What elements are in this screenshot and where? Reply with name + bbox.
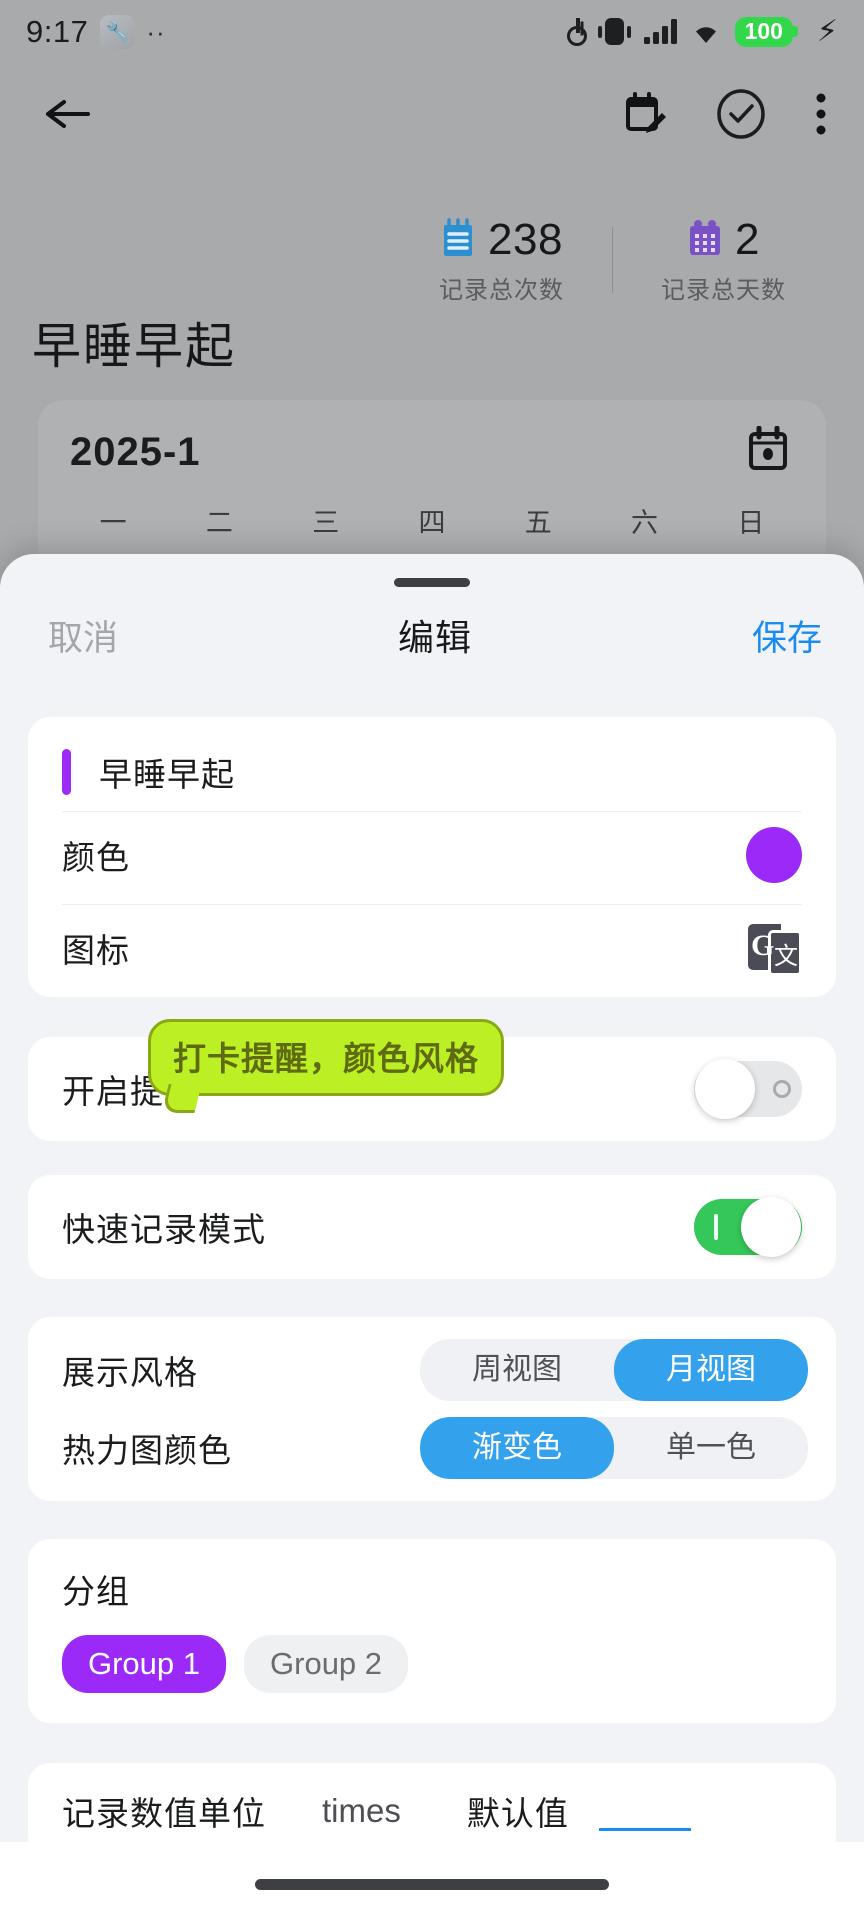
google-translate-icon[interactable]: G文 xyxy=(746,920,802,976)
stat-label: 记录总天数 xyxy=(661,277,786,304)
stat-total-records: 238 记录总次数 xyxy=(391,215,612,305)
heatmap-color-row: 热力图颜色 渐变色 单一色 xyxy=(28,1409,836,1487)
color-row[interactable]: 颜色 xyxy=(28,812,836,898)
stat-label: 记录总次数 xyxy=(439,277,564,304)
segment-gradient[interactable]: 渐变色 xyxy=(420,1417,614,1479)
app-nav-actions xyxy=(622,88,828,140)
sheet-header: 取消 编辑 保存 xyxy=(0,587,864,661)
stat-value: 2 xyxy=(735,215,760,264)
calendar-icon xyxy=(687,218,723,263)
group-chip-2[interactable]: Group 2 xyxy=(244,1635,409,1693)
calendar-edit-icon[interactable] xyxy=(622,91,668,137)
wrench-icon: 🔧 xyxy=(100,15,135,49)
quick-record-toggle[interactable] xyxy=(694,1197,802,1257)
habit-name-input[interactable]: 早睡早起 xyxy=(28,727,836,805)
wifi-icon xyxy=(690,19,722,44)
color-swatch[interactable] xyxy=(746,827,802,883)
weekday-label: 一 xyxy=(99,508,127,538)
default-value-label: 默认值 xyxy=(466,1795,569,1832)
segment-single-color[interactable]: 单一色 xyxy=(614,1417,808,1479)
color-label: 颜色 xyxy=(62,839,130,876)
vibrate-icon xyxy=(598,18,632,46)
display-style-label: 展示风格 xyxy=(62,1354,198,1391)
display-style-row: 展示风格 周视图 月视图 xyxy=(28,1331,836,1409)
edit-bottom-sheet: 取消 编辑 保存 早睡早起 颜色 图标 G文 开启提醒 快速记录模式 展示风格 … xyxy=(0,554,864,1920)
calendar-month-label: 2025-1 xyxy=(70,430,201,474)
weekday-label: 五 xyxy=(524,508,552,538)
stat-total-days: 2 记录总天数 xyxy=(613,215,834,305)
status-bar: 9:17 🔧 ·· 100 ⚡ xyxy=(0,0,864,64)
group-chip-1[interactable]: Group 1 xyxy=(62,1635,227,1693)
group-chip-list: Group 1 Group 2 xyxy=(62,1635,802,1693)
basic-info-card: 早睡早起 颜色 图标 G文 xyxy=(28,717,836,997)
stat-value: 238 xyxy=(488,215,563,264)
text-caret xyxy=(62,749,71,795)
key-icon xyxy=(565,17,588,46)
more-vertical-icon[interactable] xyxy=(814,91,828,137)
cancel-button[interactable]: 取消 xyxy=(48,610,118,661)
tooltip-callout: 打卡提醒，颜色风格 xyxy=(148,1019,504,1096)
page-title: 早睡早起 xyxy=(32,320,237,374)
quick-record-label: 快速记录模式 xyxy=(62,1211,266,1248)
icon-row[interactable]: 图标 G文 xyxy=(28,905,836,991)
unit-value[interactable]: times xyxy=(322,1792,401,1830)
groups-card: 分组 Group 1 Group 2 xyxy=(28,1539,836,1723)
style-card: 展示风格 周视图 月视图 热力图颜色 渐变色 单一色 xyxy=(28,1317,836,1501)
calendar-picker-icon[interactable] xyxy=(746,425,790,479)
heatmap-color-segmented: 渐变色 单一色 xyxy=(420,1417,808,1479)
check-circle-icon[interactable] xyxy=(715,88,767,140)
save-button[interactable]: 保存 xyxy=(752,610,822,661)
groups-title: 分组 xyxy=(62,1573,130,1610)
back-arrow-icon[interactable] xyxy=(42,94,92,134)
notepad-icon xyxy=(440,217,476,263)
heatmap-color-label: 热力图颜色 xyxy=(62,1432,232,1469)
battery-percent: 100 xyxy=(734,17,793,47)
status-bar-right: 100 ⚡ xyxy=(565,15,838,49)
unit-label: 记录数值单位 xyxy=(62,1795,266,1832)
habit-name-value: 早睡早起 xyxy=(99,756,235,793)
calendar-weekday-row: 一 二 三 四 五 六 日 xyxy=(38,479,826,540)
signal-icon xyxy=(644,19,677,45)
weekday-label: 三 xyxy=(312,508,340,538)
battery-icon: 100 xyxy=(734,17,798,47)
charging-bolt-icon: ⚡ xyxy=(816,15,838,49)
calendar-header: 2025-1 xyxy=(38,400,826,479)
sheet-drag-handle[interactable] xyxy=(394,578,470,587)
weekday-label: 六 xyxy=(631,508,659,538)
icon-label: 图标 xyxy=(62,932,130,969)
status-bar-clock: 9:17 xyxy=(26,14,89,49)
status-overflow-dots: ·· xyxy=(146,16,166,47)
quick-record-card: 快速记录模式 xyxy=(28,1175,836,1279)
weekday-label: 二 xyxy=(205,508,233,538)
app-nav-bar xyxy=(0,64,864,164)
habit-stats: 238 记录总次数 2 记录总天数 xyxy=(391,215,834,305)
weekday-label: 日 xyxy=(737,508,765,538)
background-app: 9:17 🔧 ·· 100 ⚡ 238 记录总次数 2 记录总天数 早睡早起 2… xyxy=(0,0,864,585)
reminder-toggle[interactable] xyxy=(694,1059,802,1119)
quick-record-row[interactable]: 快速记录模式 xyxy=(28,1184,836,1270)
sheet-title: 编辑 xyxy=(397,617,472,658)
weekday-label: 四 xyxy=(418,508,446,538)
segment-month-view[interactable]: 月视图 xyxy=(614,1339,808,1401)
segment-week-view[interactable]: 周视图 xyxy=(420,1339,614,1401)
status-bar-left: 9:17 🔧 ·· xyxy=(26,14,166,50)
display-style-segmented: 周视图 月视图 xyxy=(420,1339,808,1401)
home-indicator[interactable] xyxy=(255,1879,609,1890)
default-value-input[interactable] xyxy=(598,1791,691,1831)
